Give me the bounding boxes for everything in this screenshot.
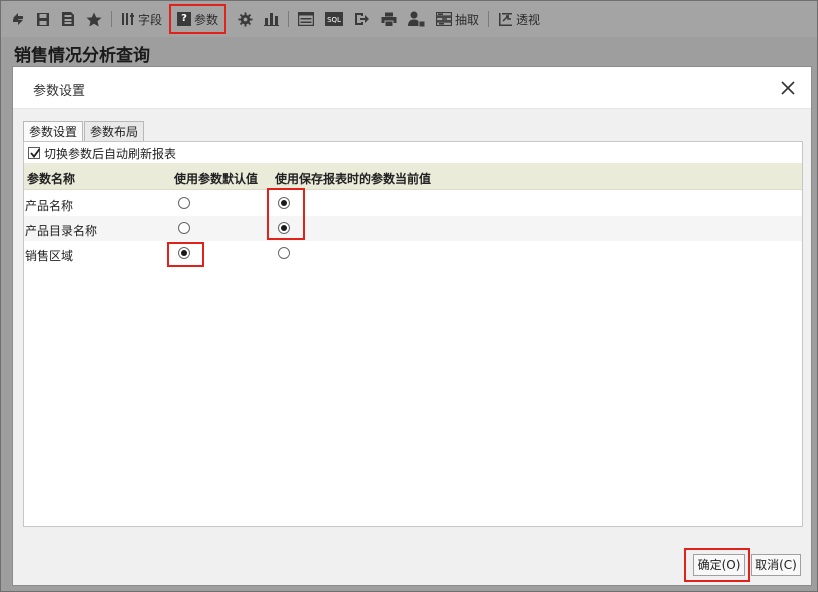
param-name: 产品名称 xyxy=(25,199,74,213)
params-label: 参数 xyxy=(194,12,219,27)
star-icon xyxy=(86,12,102,26)
toolbar-separator xyxy=(288,11,290,27)
export-icon xyxy=(355,13,370,25)
dialog-title: 参数设置 xyxy=(33,84,86,99)
auto-refresh-checkbox[interactable] xyxy=(28,147,41,159)
radio-default[interactable] xyxy=(178,222,190,234)
printer-icon xyxy=(381,12,397,27)
auto-refresh-option: 切换参数后自动刷新报表 xyxy=(28,145,176,161)
radio-saved[interactable] xyxy=(278,197,290,209)
fields-button[interactable]: 字段 xyxy=(117,6,166,32)
col-param-name: 参数名称 xyxy=(27,172,76,186)
fields-label: 字段 xyxy=(138,12,163,27)
auto-refresh-label: 切换参数后自动刷新报表 xyxy=(44,146,177,161)
close-icon[interactable] xyxy=(779,79,797,97)
user-icon xyxy=(408,11,426,27)
save-as-icon xyxy=(62,12,74,26)
export-button[interactable] xyxy=(350,6,374,32)
extract-label: 抽取 xyxy=(455,12,480,27)
col-use-saved: 使用保存报表时的参数当前值 xyxy=(275,172,432,186)
param-name: 产品目录名称 xyxy=(25,224,98,238)
pivot-label: 透视 xyxy=(516,12,541,27)
toolbar-separator xyxy=(488,11,490,27)
save-icon xyxy=(37,12,49,26)
favorite-button[interactable] xyxy=(82,6,106,32)
cancel-button[interactable]: 取消(C) xyxy=(751,554,801,576)
dialog-header: 参数设置 xyxy=(13,67,811,109)
radio-default[interactable] xyxy=(178,197,190,209)
table-row: 销售区域 xyxy=(24,241,802,266)
radio-saved[interactable] xyxy=(278,222,290,234)
refresh-icon xyxy=(13,13,23,25)
svg-text:SQL: SQL xyxy=(327,16,341,24)
table-row: 产品名称 xyxy=(24,191,802,216)
save-as-button[interactable] xyxy=(57,6,79,32)
toolbar-separator xyxy=(111,11,112,27)
page-title: 销售情况分析查询 xyxy=(14,46,150,66)
question-icon: ? xyxy=(177,12,192,26)
radio-saved[interactable] xyxy=(278,247,290,259)
extract-button[interactable]: 抽取 xyxy=(432,6,483,32)
gear-icon xyxy=(238,11,253,27)
table-row: 产品目录名称 xyxy=(24,216,802,241)
param-settings-panel: 切换参数后自动刷新报表 参数名称 使用参数默认值 使用保存报表时的参数当前值 产… xyxy=(23,141,803,527)
sql-icon: SQL xyxy=(325,12,344,26)
settings-button[interactable] xyxy=(234,6,257,32)
save-button[interactable] xyxy=(32,6,54,32)
ok-button[interactable]: 确定(O) xyxy=(693,554,745,576)
toolbar: 字段 ? 参数 SQL 抽取 透视 xyxy=(1,1,817,37)
dialog-tabs: 参数设置 参数布局 xyxy=(23,121,145,143)
col-use-default: 使用参数默认值 xyxy=(174,172,259,186)
print-button[interactable] xyxy=(377,6,401,32)
checkmark-icon xyxy=(30,148,41,158)
param-name: 销售区域 xyxy=(25,249,74,263)
refresh-button[interactable] xyxy=(7,6,29,32)
pivot-button[interactable]: 透视 xyxy=(494,6,544,32)
extract-icon xyxy=(436,12,453,26)
tab-param-layout[interactable]: 参数布局 xyxy=(84,121,145,142)
sql-button[interactable]: SQL xyxy=(321,6,347,32)
chart-button[interactable] xyxy=(260,6,283,32)
fields-icon xyxy=(122,13,134,25)
table-icon xyxy=(298,12,315,26)
radio-default[interactable] xyxy=(178,247,190,259)
user-button[interactable] xyxy=(404,6,429,32)
pivot-icon xyxy=(499,12,513,26)
tab-param-settings[interactable]: 参数设置 xyxy=(23,121,84,143)
param-settings-dialog: 参数设置 参数设置 参数布局 切换参数后自动刷新报表 参数名称 使用参数默认值 … xyxy=(12,66,812,586)
params-button[interactable]: ? 参数 xyxy=(169,4,227,34)
param-table-header: 参数名称 使用参数默认值 使用保存报表时的参数当前值 xyxy=(24,163,802,190)
bar-chart-icon xyxy=(264,13,280,26)
table-button[interactable] xyxy=(294,6,318,32)
